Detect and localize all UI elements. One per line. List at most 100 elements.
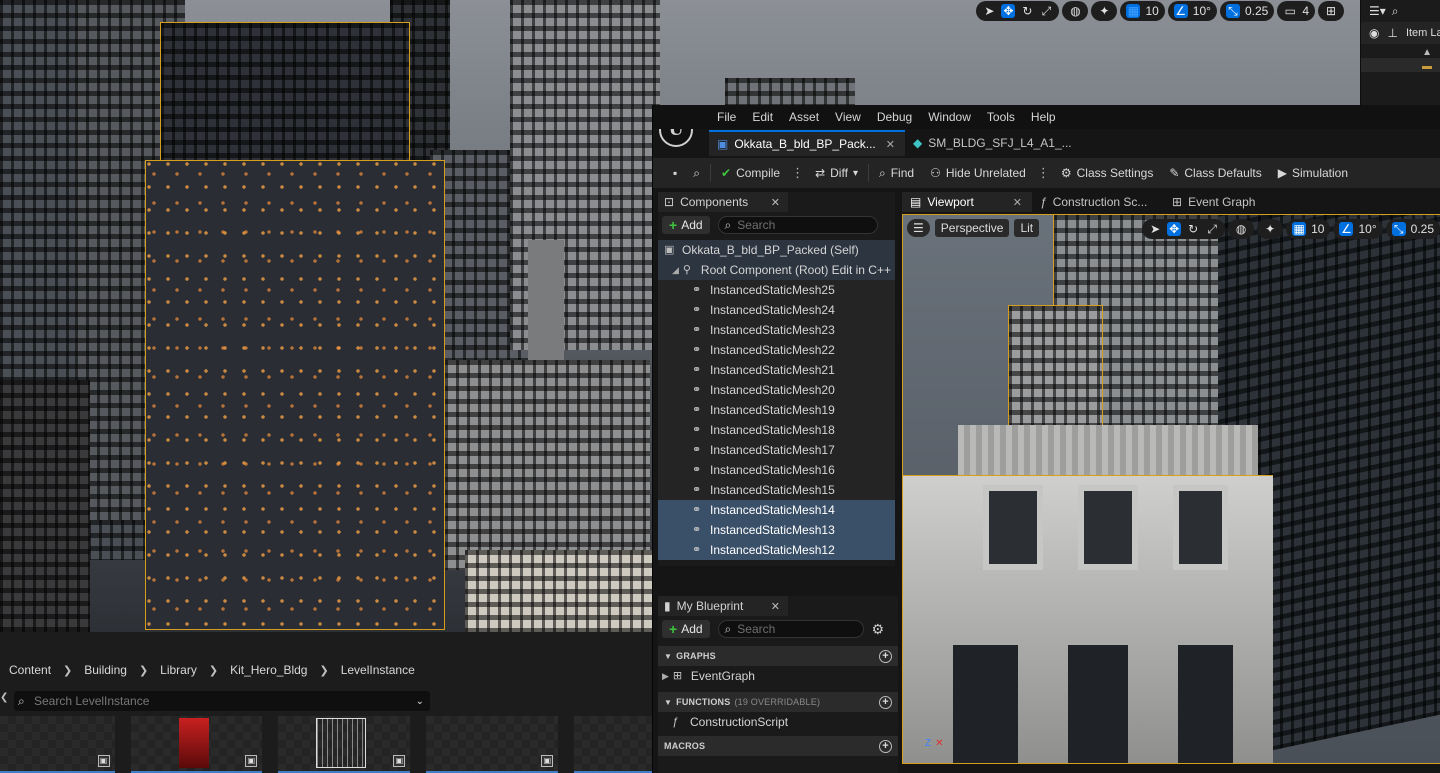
close-icon[interactable]: ✕ — [771, 600, 780, 613]
component-list-item[interactable]: ⚭ InstancedStaticMesh23 — [658, 320, 895, 340]
component-list-item[interactable]: ⚭ InstancedStaticMesh14 — [658, 500, 895, 520]
rotate-icon[interactable]: ↻ — [1020, 4, 1034, 18]
tab-construction-script[interactable]: ƒ Construction Sc... — [1032, 192, 1164, 212]
asset-tile[interactable]: ▣ — [278, 716, 411, 773]
gear-icon[interactable]: ⚙ — [872, 621, 885, 638]
select-cursor-icon[interactable]: ➤ — [1148, 222, 1162, 236]
class-defaults-button[interactable]: ✎ Class Defaults — [1161, 158, 1269, 188]
member-search-input[interactable]: ⌕ Search — [717, 620, 864, 638]
component-list-item[interactable]: ⚭ InstancedStaticMesh25 — [658, 280, 895, 300]
chevron-left-icon[interactable]: ❮ — [0, 692, 8, 703]
compile-button[interactable]: ✔ Compile — [713, 158, 788, 188]
component-list-item[interactable]: ⚭ InstancedStaticMesh18 — [658, 420, 895, 440]
search-icon[interactable]: ⌕ — [1392, 4, 1399, 19]
blueprint-viewport[interactable]: ☰ Perspective Lit ➤ ✥ ↻ ⤢ ◍ ✦ ▦ 10 ∠ 10°… — [902, 214, 1440, 764]
scale-icon[interactable]: ⤢ — [1205, 222, 1219, 236]
tab-components[interactable]: ⊡ Components ✕ — [658, 192, 788, 212]
simulation-button[interactable]: ▶ Simulation — [1270, 158, 1356, 188]
breadcrumb-item[interactable]: Content — [9, 663, 51, 677]
menu-debug[interactable]: Debug — [869, 110, 920, 124]
component-list-item[interactable]: ⚭ InstancedStaticMesh22 — [658, 340, 895, 360]
menu-edit[interactable]: Edit — [744, 110, 781, 124]
pin-icon[interactable]: ⊥ — [1387, 26, 1397, 40]
outliner-row[interactable]: ▬ — [1361, 58, 1440, 72]
component-list-item[interactable]: ⚭ InstancedStaticMesh24 — [658, 300, 895, 320]
content-search-input[interactable]: ⌕ Search LevelInstance ⌄ — [14, 691, 430, 711]
asset-tile[interactable]: ▣ — [0, 716, 115, 773]
coordinate-system[interactable]: ◍ — [1228, 219, 1255, 239]
eye-icon[interactable]: ◉ — [1369, 26, 1379, 40]
surface-snapping[interactable]: ✦ — [1091, 1, 1118, 21]
asset-tile[interactable] — [574, 716, 652, 773]
grid-snap-toggle[interactable]: ▦ 10 — [1286, 219, 1331, 239]
chevron-down-icon[interactable]: ◢ — [672, 265, 679, 276]
surface-snapping[interactable]: ✦ — [1257, 219, 1284, 239]
add-function-icon[interactable]: + — [879, 695, 892, 709]
scale-snap-toggle[interactable]: ⤡ 0.25 — [1385, 219, 1440, 239]
filter-icon[interactable]: ☰▾ — [1369, 4, 1386, 18]
close-icon[interactable]: ✕ — [771, 196, 780, 209]
class-settings-button[interactable]: ⚙ Class Settings — [1053, 158, 1161, 188]
lit-button[interactable]: Lit — [1014, 219, 1040, 237]
hide-unrelated-options-icon[interactable]: ⋮ — [1034, 165, 1053, 181]
add-member-button[interactable]: + Add — [662, 620, 710, 638]
tab-viewport[interactable]: ▤ Viewport ✕ — [902, 192, 1032, 212]
component-list-item[interactable]: ⚭ InstancedStaticMesh19 — [658, 400, 895, 420]
viewport-options-button[interactable]: ☰ — [907, 219, 930, 237]
translate-icon[interactable]: ✥ — [1001, 4, 1016, 18]
component-list-item[interactable]: ⚭ InstancedStaticMesh17 — [658, 440, 895, 460]
component-list-item[interactable]: ⚭ InstancedStaticMesh12 — [658, 540, 895, 560]
construction-script-item[interactable]: ƒ ConstructionScript — [658, 712, 898, 732]
compile-options-icon[interactable]: ⋮ — [788, 165, 807, 181]
component-list-item[interactable]: ⚭ InstancedStaticMesh20 — [658, 380, 895, 400]
event-graph-item[interactable]: ▶ ⊞ EventGraph — [658, 666, 898, 686]
grid-snap-toggle[interactable]: ▦ 10 — [1120, 1, 1165, 21]
translate-icon[interactable]: ✥ — [1167, 222, 1182, 236]
component-search-input[interactable]: ⌕ Search — [717, 216, 878, 234]
breadcrumb-item[interactable]: Library — [160, 663, 197, 677]
tab-static-mesh[interactable]: ◆ SM_BLDG_SFJ_L4_A1_... — [905, 130, 1082, 156]
find-button[interactable]: ⌕ Find — [871, 158, 922, 188]
menu-tools[interactable]: Tools — [979, 110, 1023, 124]
hide-unrelated-button[interactable]: ⚇ Hide Unrelated — [922, 158, 1034, 188]
breadcrumb-item[interactable]: Kit_Hero_Bldg — [230, 663, 307, 677]
add-component-button[interactable]: + Add — [662, 216, 710, 234]
camera-speed[interactable]: ▭ 4 — [1277, 1, 1315, 21]
macros-section-header[interactable]: MACROS + — [658, 736, 898, 756]
viewport-layout[interactable]: ⊞ — [1318, 1, 1344, 21]
close-icon[interactable]: ✕ — [886, 138, 895, 151]
close-icon[interactable]: ✕ — [1013, 196, 1022, 209]
menu-help[interactable]: Help — [1023, 110, 1064, 124]
add-macro-icon[interactable]: + — [879, 739, 892, 753]
breadcrumb-item[interactable]: Building — [84, 663, 127, 677]
edit-in-cpp-link[interactable]: Edit in C++ — [832, 263, 891, 277]
save-button[interactable]: ▪ — [665, 158, 685, 188]
component-list-item[interactable]: ⚭ InstancedStaticMesh16 — [658, 460, 895, 480]
component-list-item[interactable]: ⚭ InstancedStaticMesh15 — [658, 480, 895, 500]
asset-tile[interactable]: ▣ — [426, 716, 559, 773]
rotation-snap-toggle[interactable]: ∠ 10° — [1167, 1, 1217, 21]
add-graph-icon[interactable]: + — [879, 649, 892, 663]
graphs-section-header[interactable]: ▼ GRAPHS + — [658, 646, 898, 666]
functions-section-header[interactable]: ▼ FUNCTIONS (19 OVERRIDABLE) + — [658, 692, 898, 712]
chevron-down-icon[interactable]: ⌄ — [416, 696, 424, 707]
select-cursor-icon[interactable]: ➤ — [982, 4, 996, 18]
tab-event-graph[interactable]: ⊞ Event Graph — [1164, 192, 1265, 212]
chevron-right-icon[interactable]: ▶ — [662, 671, 669, 682]
component-self-row[interactable]: ▣ Okkata_B_bld_BP_Packed (Self) — [658, 240, 895, 260]
menu-asset[interactable]: Asset — [781, 110, 827, 124]
menu-file[interactable]: File — [709, 110, 744, 124]
component-list-item[interactable]: ⚭ InstancedStaticMesh13 — [658, 520, 895, 540]
diff-button[interactable]: ⇄ Diff ▾ — [807, 158, 866, 188]
tab-my-blueprint[interactable]: ▮ My Blueprint ✕ — [658, 596, 788, 616]
asset-tile[interactable]: ▣ — [130, 716, 263, 773]
component-root-row[interactable]: ◢ ⚲ Root Component (Root) Edit in C++ — [658, 260, 895, 280]
scale-icon[interactable]: ⤢ — [1039, 4, 1053, 18]
breadcrumb-item[interactable]: LevelInstance — [341, 663, 415, 677]
component-list-item[interactable]: ⚭ InstancedStaticMesh21 — [658, 360, 895, 380]
perspective-button[interactable]: Perspective — [934, 219, 1010, 237]
menu-window[interactable]: Window — [920, 110, 979, 124]
tab-blueprint[interactable]: ▣ Okkata_B_bld_BP_Pack... ✕ — [709, 130, 905, 156]
browse-button[interactable]: ⌕ — [685, 158, 708, 188]
coordinate-system[interactable]: ◍ — [1062, 1, 1089, 21]
